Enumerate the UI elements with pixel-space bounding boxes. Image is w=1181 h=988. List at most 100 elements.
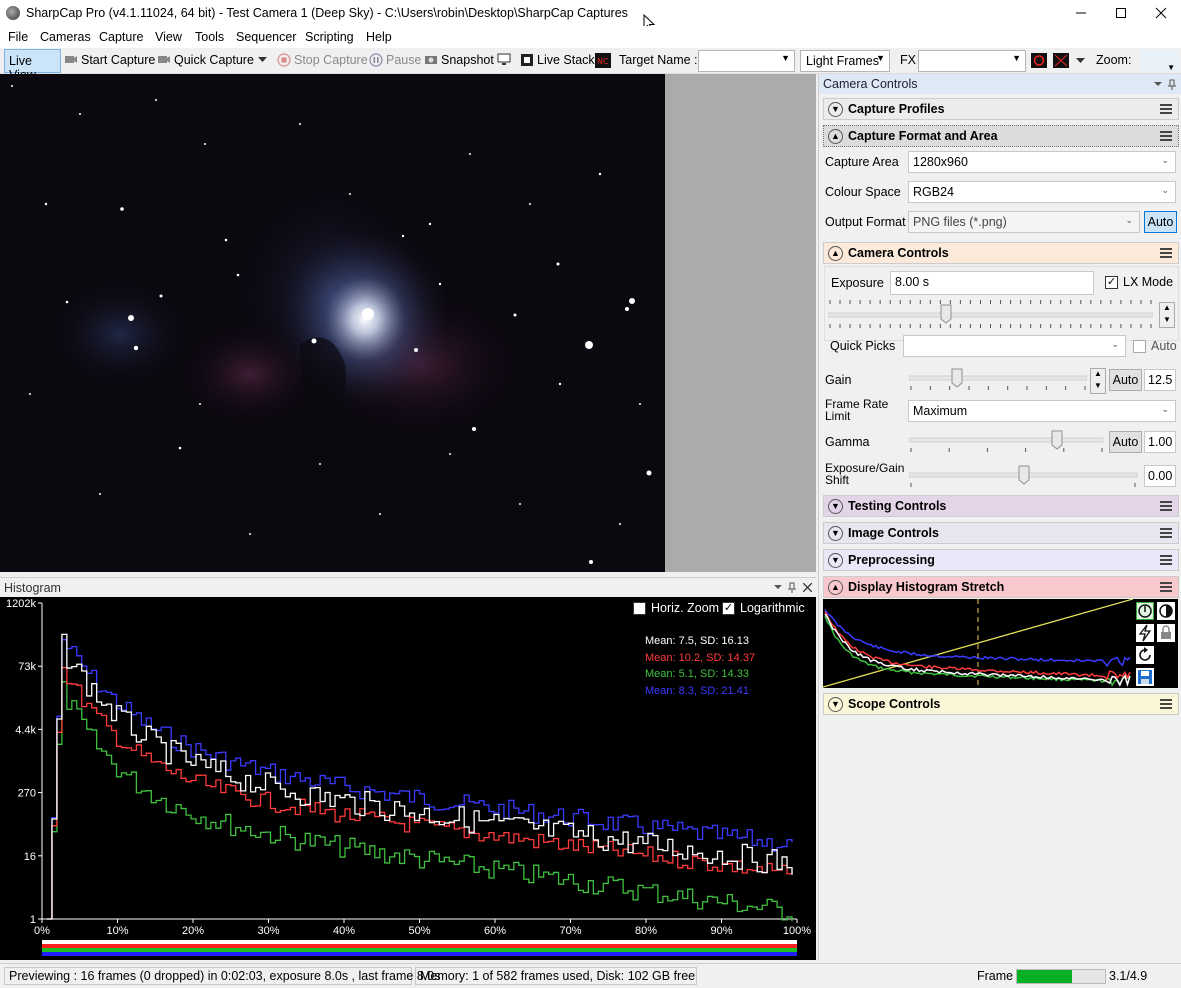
spin-up-icon[interactable]: ▲ — [1094, 369, 1102, 378]
x-tick-label: 90% — [710, 925, 732, 937]
exposure-input[interactable]: 8.00 s — [890, 271, 1094, 295]
chevron-up-icon[interactable]: ▲ — [828, 246, 843, 261]
lock-icon[interactable] — [1157, 624, 1175, 642]
stretch-auto-icon[interactable] — [1136, 602, 1154, 620]
quick-picks-select[interactable]: ⌄ — [903, 335, 1126, 357]
preview-image[interactable] — [0, 74, 665, 572]
section-capture-format[interactable]: ▲ Capture Format and Area — [823, 125, 1179, 147]
lx-mode-checkbox[interactable]: ✓ — [1105, 276, 1118, 289]
overlay-dropdown-icon[interactable] — [1076, 58, 1085, 64]
exposure-gain-shift-slider[interactable] — [909, 463, 1139, 491]
monitor-icon[interactable] — [497, 53, 513, 67]
snapshot-button[interactable]: Snapshot — [424, 53, 494, 67]
hamburger-menu-icon[interactable] — [1160, 131, 1172, 141]
zoom-combo[interactable]: ▼ — [1140, 50, 1178, 72]
section-scope-controls[interactable]: ▼ Scope Controls — [823, 693, 1179, 715]
capture-area-select[interactable]: 1280x960 ⌄ — [908, 151, 1176, 173]
output-format-auto-button[interactable]: Auto — [1144, 211, 1177, 233]
chevron-down-icon[interactable]: ▼ — [828, 553, 843, 568]
menu-help[interactable]: Help — [366, 30, 392, 44]
spin-down-icon[interactable]: ▼ — [1163, 315, 1171, 324]
pin-icon[interactable] — [1168, 79, 1176, 90]
exposure-slider[interactable] — [828, 298, 1153, 332]
close-icon[interactable] — [803, 583, 812, 592]
gain-spinner[interactable]: ▲ ▼ — [1090, 368, 1106, 394]
capture-area-label: Capture Area — [825, 155, 899, 169]
horiz-zoom-checkbox[interactable] — [633, 602, 646, 615]
reticle-icon[interactable] — [1031, 53, 1047, 68]
chevron-down-icon[interactable]: ▼ — [828, 102, 843, 117]
histogram-title: Histogram — [4, 581, 61, 595]
pin-icon[interactable] — [788, 582, 796, 593]
section-camera-controls[interactable]: ▲ Camera Controls — [823, 242, 1179, 264]
section-display-histogram-stretch[interactable]: ▲ Display Histogram Stretch — [823, 576, 1179, 598]
no-record-icon[interactable]: NC — [595, 53, 611, 68]
hamburger-menu-icon[interactable] — [1160, 555, 1172, 565]
gamma-auto-button[interactable]: Auto — [1109, 431, 1142, 453]
exposure-gain-shift-value[interactable]: 0.00 — [1144, 465, 1176, 487]
hamburger-menu-icon[interactable] — [1160, 582, 1172, 592]
live-stack-label: Live Stack — [537, 53, 595, 67]
frame-rate-select[interactable]: Maximum ⌄ — [908, 400, 1176, 422]
spin-up-icon[interactable]: ▲ — [1163, 303, 1171, 312]
histogram-stat-line: Mean: 8.3, SD: 21.41 — [645, 684, 749, 697]
frame-type-combo[interactable]: Light Frames ▼ — [800, 50, 890, 72]
hamburger-menu-icon[interactable] — [1160, 248, 1172, 258]
chevron-up-icon[interactable]: ▲ — [828, 129, 843, 144]
chevron-up-icon[interactable]: ▲ — [828, 580, 843, 595]
quick-picks-auto-checkbox[interactable] — [1133, 340, 1146, 353]
snapshot-label: Snapshot — [441, 53, 494, 67]
section-testing-controls[interactable]: ▼ Testing Controls — [823, 495, 1179, 517]
live-view-button[interactable]: Live View — [4, 49, 61, 82]
focus-icon[interactable] — [1053, 53, 1069, 68]
gain-value[interactable]: 12.5 — [1144, 369, 1176, 391]
colour-space-select[interactable]: RGB24 ⌄ — [908, 181, 1176, 203]
chevron-down-icon[interactable]: ▼ — [828, 526, 843, 541]
frame-value: 3.1/4.9 — [1109, 969, 1148, 983]
close-button[interactable] — [1141, 0, 1181, 26]
hamburger-menu-icon[interactable] — [1160, 104, 1172, 114]
hamburger-menu-icon[interactable] — [1160, 528, 1172, 538]
maximize-button[interactable] — [1101, 0, 1141, 26]
section-image-controls[interactable]: ▼ Image Controls — [823, 522, 1179, 544]
menu-view[interactable]: View — [155, 30, 182, 44]
gamma-slider[interactable] — [909, 428, 1104, 456]
menu-sequencer[interactable]: Sequencer — [236, 30, 296, 44]
hamburger-menu-icon[interactable] — [1160, 501, 1172, 511]
stretch-histogram[interactable] — [823, 599, 1133, 688]
gain-slider[interactable] — [909, 366, 1087, 394]
hamburger-menu-icon[interactable] — [1160, 699, 1172, 709]
target-name-combo[interactable]: ▼ — [698, 50, 795, 72]
chevron-down-icon[interactable]: ▼ — [828, 697, 843, 712]
spin-down-icon[interactable]: ▼ — [1094, 381, 1102, 390]
minimize-button[interactable] — [1061, 0, 1101, 26]
section-capture-profiles[interactable]: ▼ Capture Profiles — [823, 98, 1179, 120]
pause-button[interactable]: Pause — [369, 53, 421, 67]
nebula-image — [11, 85, 652, 564]
section-preprocessing[interactable]: ▼ Preprocessing — [823, 549, 1179, 571]
chevron-down-icon[interactable]: ▼ — [828, 499, 843, 514]
gamma-value[interactable]: 1.00 — [1144, 431, 1176, 453]
quick-capture-dropdown-icon[interactable] — [258, 57, 267, 63]
menu-capture[interactable]: Capture — [99, 30, 143, 44]
gain-auto-button[interactable]: Auto — [1109, 369, 1142, 391]
lightning-icon[interactable] — [1136, 624, 1154, 642]
panel-menu-icon[interactable] — [774, 585, 782, 590]
panel-menu-icon[interactable] — [1154, 82, 1162, 87]
menu-tools[interactable]: Tools — [195, 30, 224, 44]
exposure-spinner[interactable]: ▲ ▼ — [1159, 302, 1175, 328]
output-format-select[interactable]: PNG files (*.png) ⌄ — [908, 211, 1140, 233]
image-viewer[interactable] — [0, 74, 816, 572]
quick-capture-button[interactable]: Quick Capture — [157, 53, 254, 67]
fx-combo[interactable]: ▼ — [918, 50, 1026, 72]
stop-capture-button[interactable]: Stop Capture — [277, 53, 368, 67]
reset-icon[interactable] — [1136, 646, 1154, 664]
live-stack-button[interactable]: Live Stack — [520, 53, 595, 67]
menu-scripting[interactable]: Scripting — [305, 30, 354, 44]
menu-file[interactable]: File — [8, 30, 28, 44]
save-icon[interactable] — [1136, 668, 1154, 686]
contrast-icon[interactable] — [1157, 602, 1175, 620]
logarithmic-checkbox[interactable]: ✓ — [722, 602, 735, 615]
menu-cameras[interactable]: Cameras — [40, 30, 91, 44]
start-capture-button[interactable]: Start Capture — [64, 53, 155, 67]
